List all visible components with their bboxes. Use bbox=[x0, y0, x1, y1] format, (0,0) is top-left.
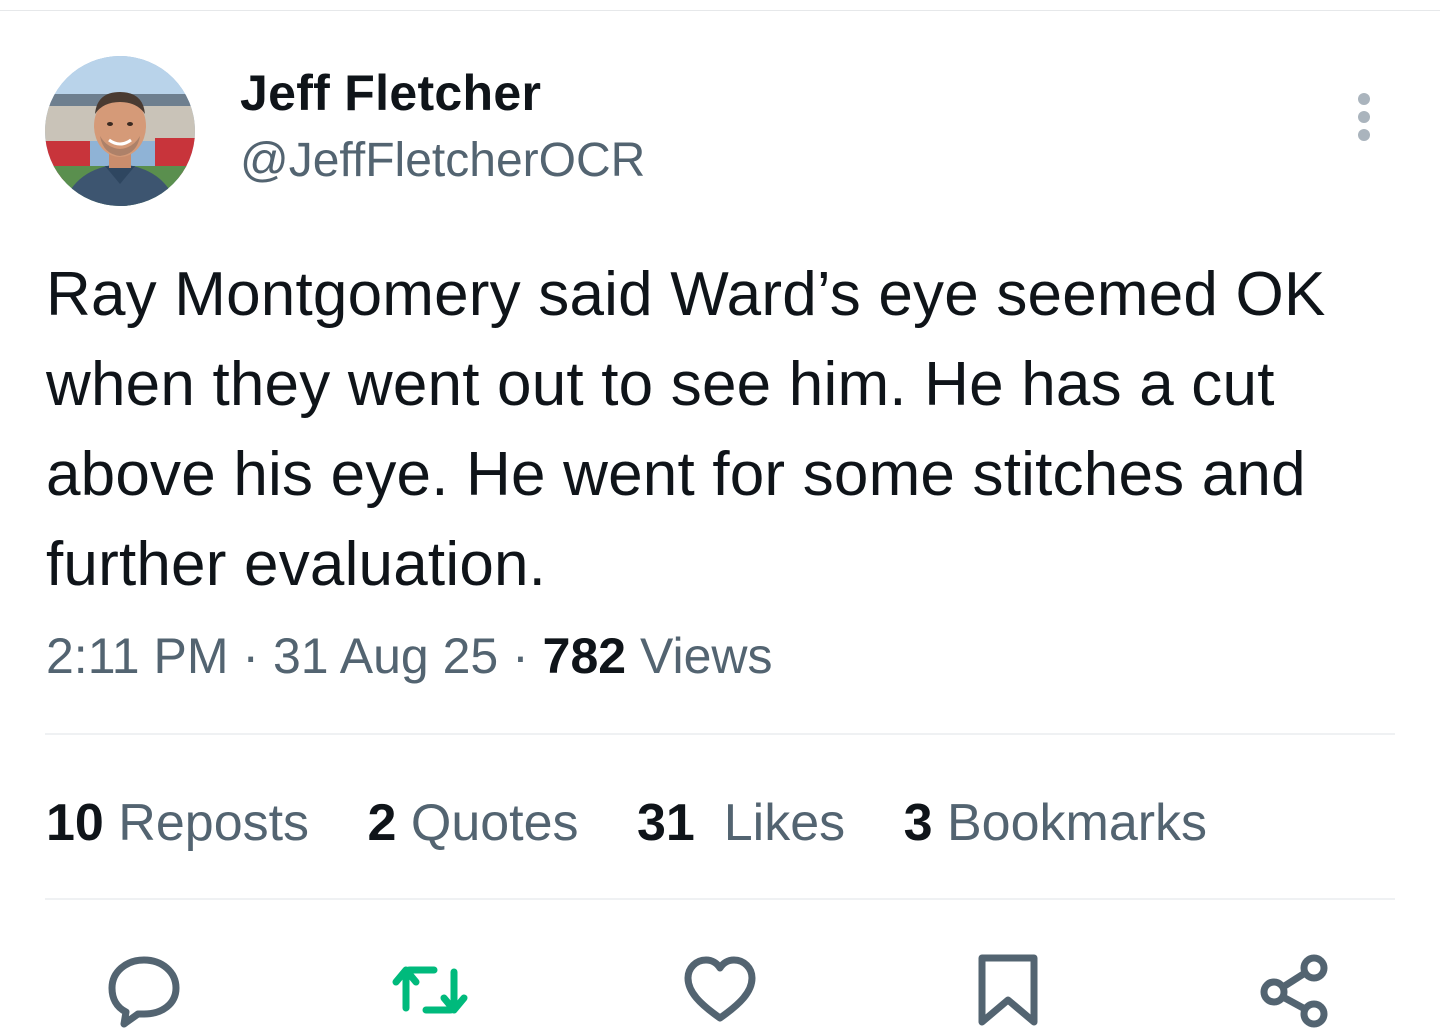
tweet-meta: 2:11 PM · 31 Aug 25 · 782 Views bbox=[46, 625, 773, 687]
reply-icon bbox=[108, 956, 180, 1028]
divider bbox=[45, 898, 1395, 900]
meta-separator: · bbox=[512, 628, 529, 684]
like-button[interactable] bbox=[680, 952, 760, 1028]
divider bbox=[45, 733, 1395, 735]
reply-button[interactable] bbox=[104, 952, 184, 1028]
bookmarks-stat[interactable]: 3 Bookmarks bbox=[904, 790, 1207, 856]
likes-count: 31 bbox=[637, 794, 695, 852]
quotes-count: 2 bbox=[367, 794, 397, 852]
likes-label: Likes bbox=[723, 794, 846, 852]
bookmark-button[interactable] bbox=[968, 952, 1048, 1028]
bookmarks-count: 3 bbox=[903, 794, 933, 852]
more-options-button[interactable] bbox=[1346, 90, 1382, 144]
repost-icon bbox=[392, 966, 468, 1014]
tweet-text: Ray Montgomery said Ward’s eye seemed OK… bbox=[46, 260, 1326, 599]
bookmarks-label: Bookmarks bbox=[946, 794, 1208, 852]
views-label: Views bbox=[640, 628, 773, 684]
reposts-stat[interactable]: 10 Reposts bbox=[46, 790, 309, 856]
quotes-stat[interactable]: 2 Quotes bbox=[368, 790, 579, 856]
views-count: 782 bbox=[542, 628, 627, 684]
quotes-label: Quotes bbox=[410, 794, 579, 852]
display-name[interactable]: Jeff Fletcher bbox=[240, 62, 645, 124]
share-button[interactable] bbox=[1256, 952, 1336, 1028]
share-icon bbox=[1260, 954, 1328, 1028]
avatar[interactable] bbox=[45, 56, 195, 206]
reposts-count: 10 bbox=[46, 794, 104, 852]
tweet-time[interactable]: 2:11 PM bbox=[46, 628, 229, 684]
tweet-date[interactable]: 31 Aug 25 bbox=[273, 628, 498, 684]
bookmark-icon bbox=[978, 954, 1038, 1026]
likes-stat[interactable]: 31 Likes bbox=[637, 790, 845, 856]
reposts-label: Reposts bbox=[118, 794, 310, 852]
more-vertical-icon bbox=[1358, 93, 1370, 141]
author-block[interactable]: Jeff Fletcher @JeffFletcherOCR bbox=[240, 62, 645, 192]
meta-separator: · bbox=[242, 628, 260, 684]
repost-button[interactable] bbox=[390, 952, 470, 1028]
engagement-stats: 10 Reposts 2 Quotes 31 Likes 3 Bookmarks bbox=[46, 790, 1251, 856]
user-handle[interactable]: @JeffFletcherOCR bbox=[240, 130, 645, 192]
heart-icon bbox=[684, 956, 756, 1022]
avatar-photo bbox=[45, 56, 195, 206]
top-divider bbox=[0, 10, 1440, 11]
